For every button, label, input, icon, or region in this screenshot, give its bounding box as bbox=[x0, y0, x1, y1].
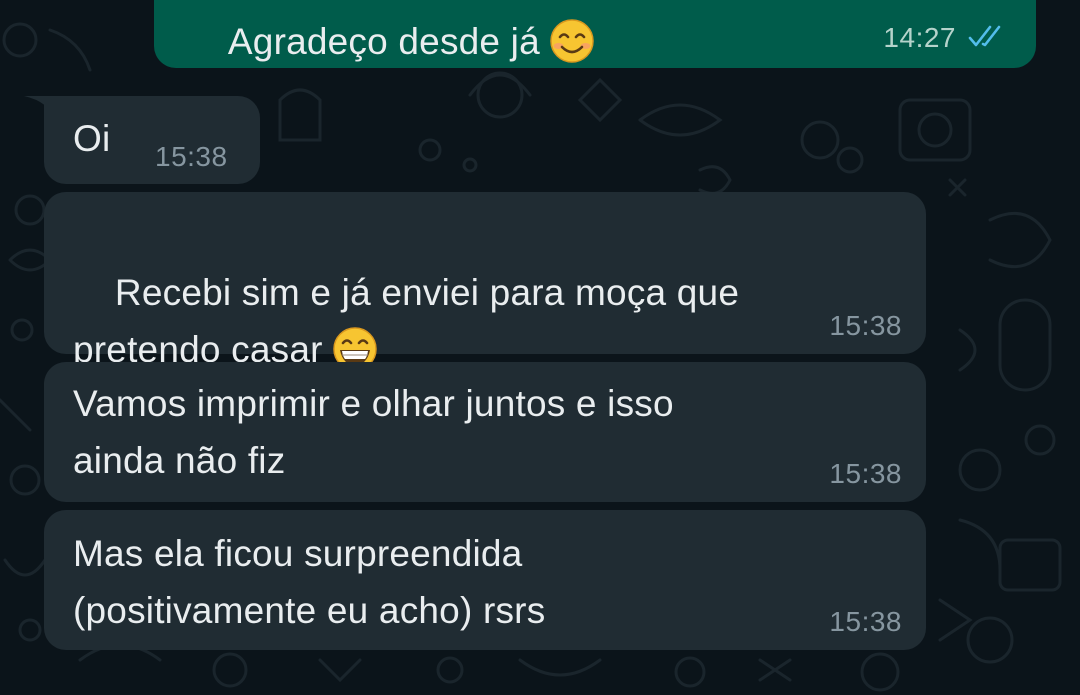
double-check-read-icon bbox=[968, 25, 1001, 47]
message-text: Mas ela ficou surpreendida (positivament… bbox=[73, 533, 546, 631]
message-timestamp: 15:38 bbox=[829, 606, 902, 637]
message-timestamp: 15:38 bbox=[829, 458, 902, 489]
incoming-message[interactable]: Mas ela ficou surpreendida (positivament… bbox=[44, 510, 926, 650]
outgoing-message[interactable]: Agradeço desde já 14:27 bbox=[154, 0, 1036, 68]
message-timestamp: 15:38 bbox=[155, 141, 228, 172]
message-text: Vamos imprimir e olhar juntos e isso ain… bbox=[73, 383, 674, 481]
message-text-content: Agradeço desde já bbox=[227, 21, 540, 62]
incoming-message[interactable]: Vamos imprimir e olhar juntos e isso ain… bbox=[44, 362, 926, 502]
incoming-message[interactable]: Recebi sim e já enviei para moça que pre… bbox=[44, 192, 926, 371]
message-text-content: Recebi sim e já enviei para moça que pre… bbox=[73, 272, 740, 370]
message-timestamp: 15:38 bbox=[829, 310, 902, 341]
incoming-message[interactable]: Oi 15:38 bbox=[44, 96, 260, 184]
smiling-face-with-smiling-eyes-icon bbox=[550, 19, 594, 63]
message-timestamp: 14:27 bbox=[883, 22, 956, 53]
message-text: Oi bbox=[73, 118, 111, 159]
